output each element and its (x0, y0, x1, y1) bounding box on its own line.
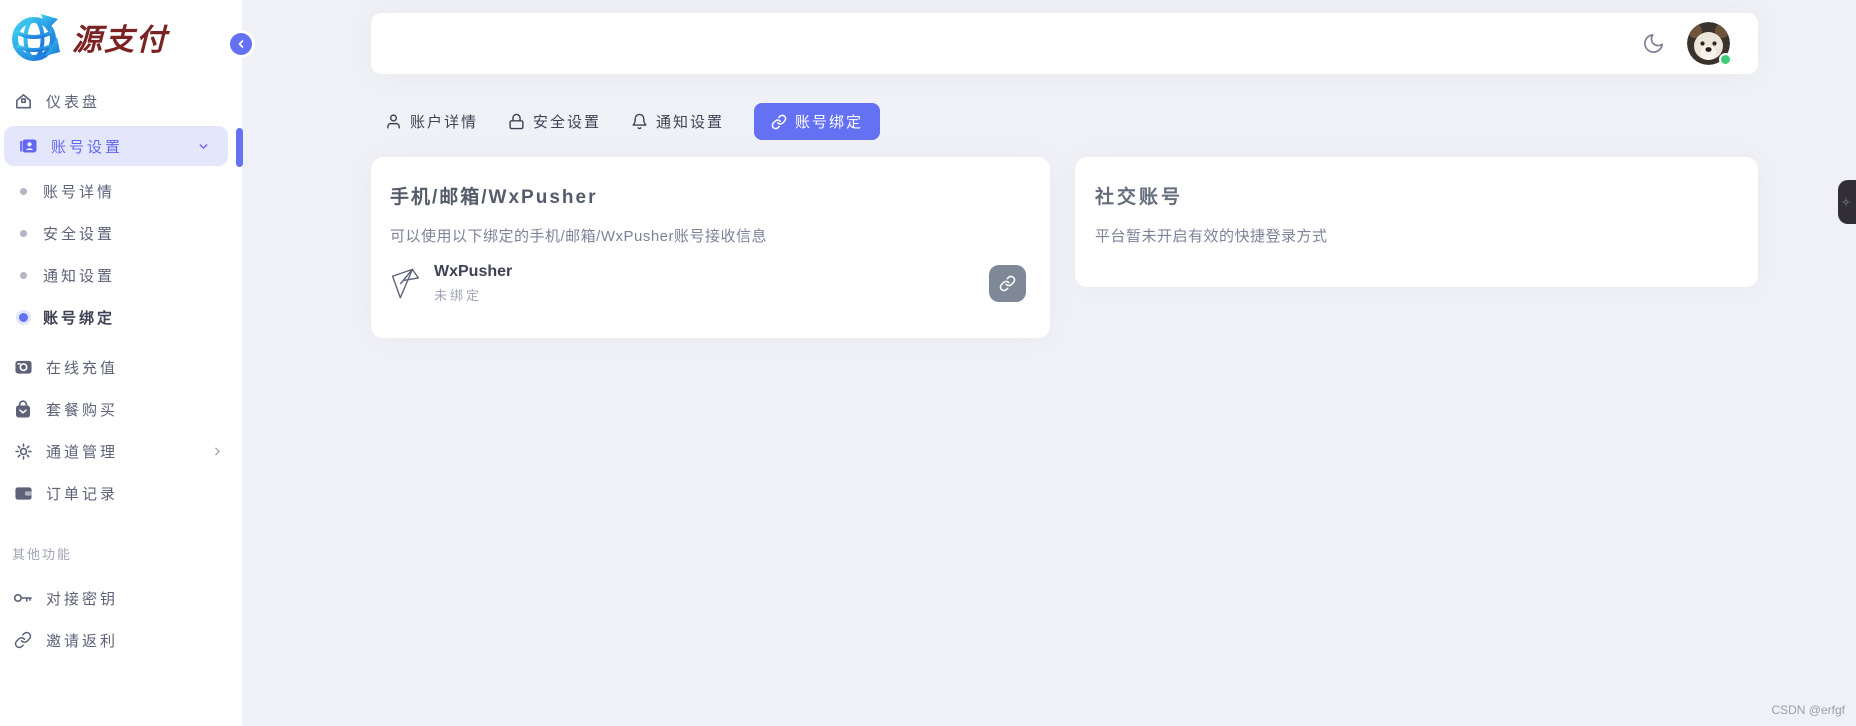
sidebar-item-account-settings[interactable]: 账号设置 (4, 126, 228, 166)
sidebar-item-label: 通知设置 (43, 265, 115, 286)
brand-name: 源支付 (72, 15, 168, 59)
logo: 源支付 (0, 0, 242, 62)
binding-status: 未绑定 (434, 285, 512, 304)
sidebar-collapse-button[interactable] (230, 33, 252, 55)
sidebar-item-invite[interactable]: 邀请返利 (0, 619, 242, 661)
sidebar-section-label: 其他功能 (0, 544, 242, 563)
sidebar-item-package[interactable]: 套餐购买 (0, 388, 242, 430)
topbar (371, 13, 1758, 74)
card-description: 可以使用以下绑定的手机/邮箱/WxPusher账号接收信息 (390, 225, 1026, 246)
sidebar-item-label: 账号绑定 (43, 307, 115, 328)
wxpusher-info: WxPusher 未绑定 (434, 263, 512, 304)
tab-label: 安全设置 (533, 111, 601, 132)
online-status-dot (1719, 53, 1732, 66)
moon-icon (1642, 32, 1665, 55)
bullet-dot-icon (19, 313, 28, 322)
bell-icon (631, 113, 648, 130)
tab-binding[interactable]: 账号绑定 (754, 103, 880, 140)
sidebar-item-label: 通道管理 (46, 441, 118, 462)
id-card-icon (18, 136, 38, 156)
active-menu-indicator (236, 128, 243, 167)
tab-account-detail[interactable]: 账户详情 (385, 103, 478, 140)
sidebar-subitem-security[interactable]: 安全设置 (0, 212, 242, 254)
main-area: 账户详情 安全设置 通知设置 (242, 0, 1856, 726)
sidebar-item-label: 账号详情 (43, 181, 115, 202)
wxpusher-icon (390, 265, 421, 303)
sidebar-item-recharge[interactable]: 在线充值 (0, 346, 242, 388)
brand-globe-icon (11, 12, 63, 62)
wxpusher-row: WxPusher 未绑定 (390, 263, 1026, 304)
sidebar-item-label: 仪表盘 (46, 91, 100, 112)
sidebar-subitem-account-detail[interactable]: 账号详情 (0, 170, 242, 212)
card-title: 社交账号 (1095, 182, 1734, 209)
tab-label: 账户详情 (410, 111, 478, 132)
bullet-dot-icon (20, 272, 27, 279)
dark-mode-toggle[interactable] (1642, 32, 1665, 55)
sidebar-item-label: 套餐购买 (46, 399, 118, 420)
user-avatar[interactable] (1687, 22, 1730, 65)
sidebar-item-label: 安全设置 (43, 223, 115, 244)
bind-wxpusher-button[interactable] (989, 265, 1026, 302)
tab-label: 通知设置 (656, 111, 724, 132)
sidebar-item-channel[interactable]: 通道管理 (0, 430, 242, 472)
sidebar-item-api-key[interactable]: 对接密钥 (0, 577, 242, 619)
card-description: 平台暂未开启有效的快捷登录方式 (1095, 225, 1734, 246)
watermark: CSDN @erfgf (1771, 703, 1845, 717)
link-icon (771, 114, 787, 130)
sidebar: 源支付 仪表盘 账号设置 (0, 0, 242, 726)
sidebar-item-label: 对接密钥 (46, 588, 118, 609)
cash-icon (13, 357, 33, 377)
link-icon (999, 275, 1016, 292)
sidebar-item-dashboard[interactable]: 仪表盘 (0, 80, 242, 122)
bullet-dot-icon (20, 188, 27, 195)
sidebar-item-label: 账号设置 (51, 136, 123, 157)
tab-notification[interactable]: 通知设置 (631, 103, 724, 140)
key-icon (13, 588, 33, 608)
edge-panel-handle[interactable] (1838, 180, 1856, 224)
binding-methods-card: 手机/邮箱/WxPusher 可以使用以下绑定的手机/邮箱/WxPusher账号… (371, 157, 1050, 338)
gear-icon (13, 441, 33, 461)
link-icon (13, 630, 33, 650)
chevron-down-icon (197, 140, 210, 153)
gear-icon (1841, 197, 1851, 207)
tab-security[interactable]: 安全设置 (508, 103, 601, 140)
lock-icon (508, 113, 525, 130)
sidebar-item-label: 订单记录 (46, 483, 118, 504)
sidebar-nav: 仪表盘 账号设置 账号详情 安全设置 (0, 80, 242, 661)
bullet-dot-icon (20, 230, 27, 237)
home-icon (13, 91, 33, 111)
sidebar-subitem-binding[interactable]: 账号绑定 (0, 296, 242, 338)
binding-name: WxPusher (434, 263, 512, 281)
sidebar-subitem-notification[interactable]: 通知设置 (0, 254, 242, 296)
shopping-bag-icon (13, 399, 33, 419)
social-accounts-card: 社交账号 平台暂未开启有效的快捷登录方式 (1075, 157, 1758, 287)
cards-row: 手机/邮箱/WxPusher 可以使用以下绑定的手机/邮箱/WxPusher账号… (371, 157, 1758, 338)
chevron-left-icon (235, 38, 247, 50)
settings-tabs: 账户详情 安全设置 通知设置 (371, 103, 1758, 140)
user-icon (385, 113, 402, 130)
wallet-icon (13, 483, 33, 503)
chevron-right-icon (211, 445, 224, 458)
sidebar-item-label: 邀请返利 (46, 630, 118, 651)
card-title: 手机/邮箱/WxPusher (390, 182, 1026, 209)
tab-label: 账号绑定 (795, 111, 863, 132)
sidebar-item-label: 在线充值 (46, 357, 118, 378)
sidebar-item-orders[interactable]: 订单记录 (0, 472, 242, 514)
